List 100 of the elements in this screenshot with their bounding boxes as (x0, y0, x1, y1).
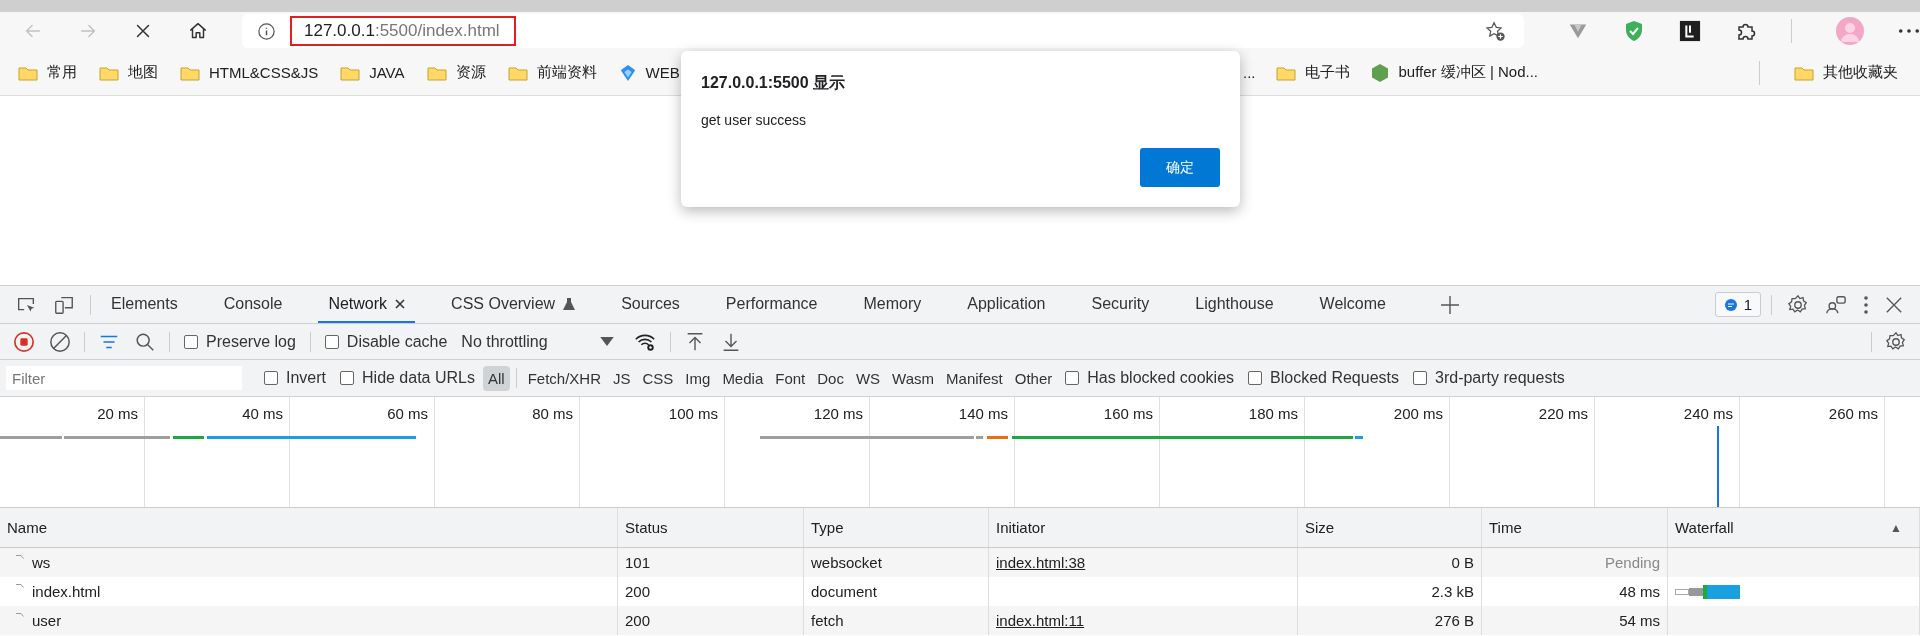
bookmark[interactable]: 资源 (426, 63, 486, 82)
table-cell[interactable]: ws (32, 554, 51, 571)
bookmark[interactable]: JAVA (340, 63, 405, 82)
bookmark[interactable]: 地图 (99, 63, 158, 82)
column-header[interactable]: Name (0, 508, 618, 547)
devtools-tab[interactable]: Performance (715, 286, 828, 323)
table-cell: 0 B (1451, 554, 1474, 571)
table-cell[interactable]: user (32, 612, 62, 629)
type-filter-button[interactable]: CSS (637, 365, 679, 391)
bookmark[interactable]: 常用 (18, 63, 77, 82)
time-tick-label: 120 ms (813, 405, 863, 422)
bookmark[interactable]: 电子书 (1275, 63, 1350, 82)
url-field[interactable]: 127.0.0.1:5500/index.html (290, 16, 516, 46)
devtools-tab[interactable]: Elements (101, 286, 188, 323)
column-header[interactable]: Waterfall ▲ (1668, 508, 1920, 547)
column-header[interactable]: Size (1298, 508, 1482, 547)
filter-checkbox[interactable]: Blocked Requests (1248, 369, 1399, 387)
folder-icon (340, 64, 361, 81)
time-tick-label: 260 ms (1828, 405, 1878, 422)
devtools-tab[interactable]: Console (213, 286, 293, 323)
devtools-tab[interactable]: Welcome (1309, 286, 1396, 323)
clear-icon[interactable] (49, 330, 71, 353)
address-bar[interactable]: 127.0.0.1:5500/index.html (242, 14, 1524, 48)
time-tick-label: 20 ms (97, 405, 138, 422)
type-filter-button[interactable]: Manifest (941, 365, 1008, 391)
table-cell: fetch (811, 612, 844, 629)
table-cell: 101 (625, 554, 651, 571)
settings-icon[interactable] (1787, 293, 1809, 316)
ok-button[interactable]: 确定 (1140, 148, 1220, 187)
type-filter-button[interactable]: Fetch/XHR (522, 365, 606, 391)
filter-field[interactable]: Filter (6, 366, 242, 390)
bookmark[interactable]: WEB (618, 63, 680, 82)
time-tick-label: 140 ms (958, 405, 1008, 422)
settings-icon[interactable] (1885, 330, 1907, 353)
type-filter-button[interactable]: Doc (812, 365, 849, 391)
bookmark[interactable]: ... (1243, 64, 1256, 81)
time-tick-label: 220 ms (1538, 405, 1588, 422)
folder-icon (18, 64, 38, 81)
type-filter-button[interactable]: Font (770, 365, 811, 391)
filter-checkbox[interactable]: 3rd-party requests (1413, 369, 1565, 387)
close-icon[interactable] (395, 298, 406, 309)
type-filter-button[interactable]: WS (850, 365, 886, 391)
devtools-tab[interactable]: Application (957, 286, 1056, 323)
table-cell[interactable]: index.html (32, 583, 101, 600)
initiator-link[interactable]: index.html:38 (996, 554, 1086, 571)
bookmark[interactable]: buffer 缓冲区 | Nod... (1369, 62, 1539, 83)
column-header[interactable]: Initiator (989, 508, 1298, 547)
time-tick-label: 40 ms (242, 405, 283, 422)
more-icon[interactable] (1863, 294, 1869, 315)
filter-checkbox[interactable]: Hide data URLs (340, 369, 475, 387)
bookmark[interactable]: HTML&CSS&JS (180, 63, 319, 82)
column-header[interactable]: Time (1482, 508, 1668, 547)
file-icon (16, 584, 24, 588)
devtools-tab[interactable]: Network (318, 286, 416, 323)
devtools-tab[interactable]: Security (1081, 286, 1160, 323)
type-filter-button[interactable]: Img (680, 365, 716, 391)
devtools-tab[interactable]: Sources (611, 286, 690, 323)
dialog-title: 127.0.0.1:5500 显示 (701, 73, 847, 93)
time-tick-label: 160 ms (1103, 405, 1153, 422)
folder-icon (1275, 64, 1296, 81)
time-tick-label: 180 ms (1248, 405, 1298, 422)
initiator-link[interactable]: index.html:11 (996, 612, 1085, 629)
filter-checkbox[interactable]: Has blocked cookies (1065, 369, 1235, 387)
add-tab-icon[interactable] (1439, 294, 1460, 315)
type-filter-button[interactable]: Media (717, 365, 769, 391)
column-header[interactable]: Type (804, 508, 989, 547)
sort-arrow: ▲ (1890, 520, 1902, 535)
star-plus-icon[interactable] (1484, 20, 1506, 42)
issues-badge[interactable]: 1 (1714, 292, 1761, 317)
devtools-tab[interactable]: CSS Overview (441, 286, 586, 323)
devtools-tab[interactable]: Memory (853, 286, 932, 323)
preserve-log-checkbox[interactable]: Preserve log (184, 332, 296, 351)
bookmark[interactable]: 前端资料 (507, 63, 597, 82)
type-filter-button[interactable]: Other (1009, 365, 1058, 391)
throttling-dropdown[interactable]: No throttling (461, 332, 614, 351)
dialog-message: get user success (701, 112, 808, 128)
type-filter-button[interactable]: JS (608, 365, 636, 391)
table-cell: 54 ms (1619, 612, 1660, 629)
more-icon[interactable] (1898, 28, 1920, 34)
devtools-tab[interactable]: Lighthouse (1185, 286, 1284, 323)
bookmark[interactable]: 其他收藏夹 (1794, 63, 1898, 82)
file-icon (16, 613, 24, 617)
folder-icon (180, 64, 200, 81)
column-header[interactable]: Status (618, 508, 804, 547)
table-cell: websocket (811, 554, 882, 571)
folder-icon (507, 64, 528, 81)
time-tick-label: 80 ms (532, 405, 573, 422)
disable-cache-checkbox[interactable]: Disable cache (324, 332, 448, 351)
square-logo-icon[interactable] (1679, 20, 1701, 42)
people-icon[interactable] (1825, 293, 1847, 316)
filter-checkbox[interactable]: Invert (264, 369, 326, 387)
folder-icon (426, 64, 447, 81)
time-tick-label: 240 ms (1683, 405, 1733, 422)
table-cell: 2.3 kB (1431, 583, 1474, 600)
close-icon[interactable] (1885, 295, 1903, 314)
type-filter-button[interactable]: Wasm (887, 365, 940, 391)
table-cell: 48 ms (1619, 583, 1660, 600)
stop-recording-icon[interactable] (13, 330, 35, 353)
info-icon[interactable] (257, 21, 276, 41)
type-filter-button[interactable]: All (482, 365, 510, 391)
